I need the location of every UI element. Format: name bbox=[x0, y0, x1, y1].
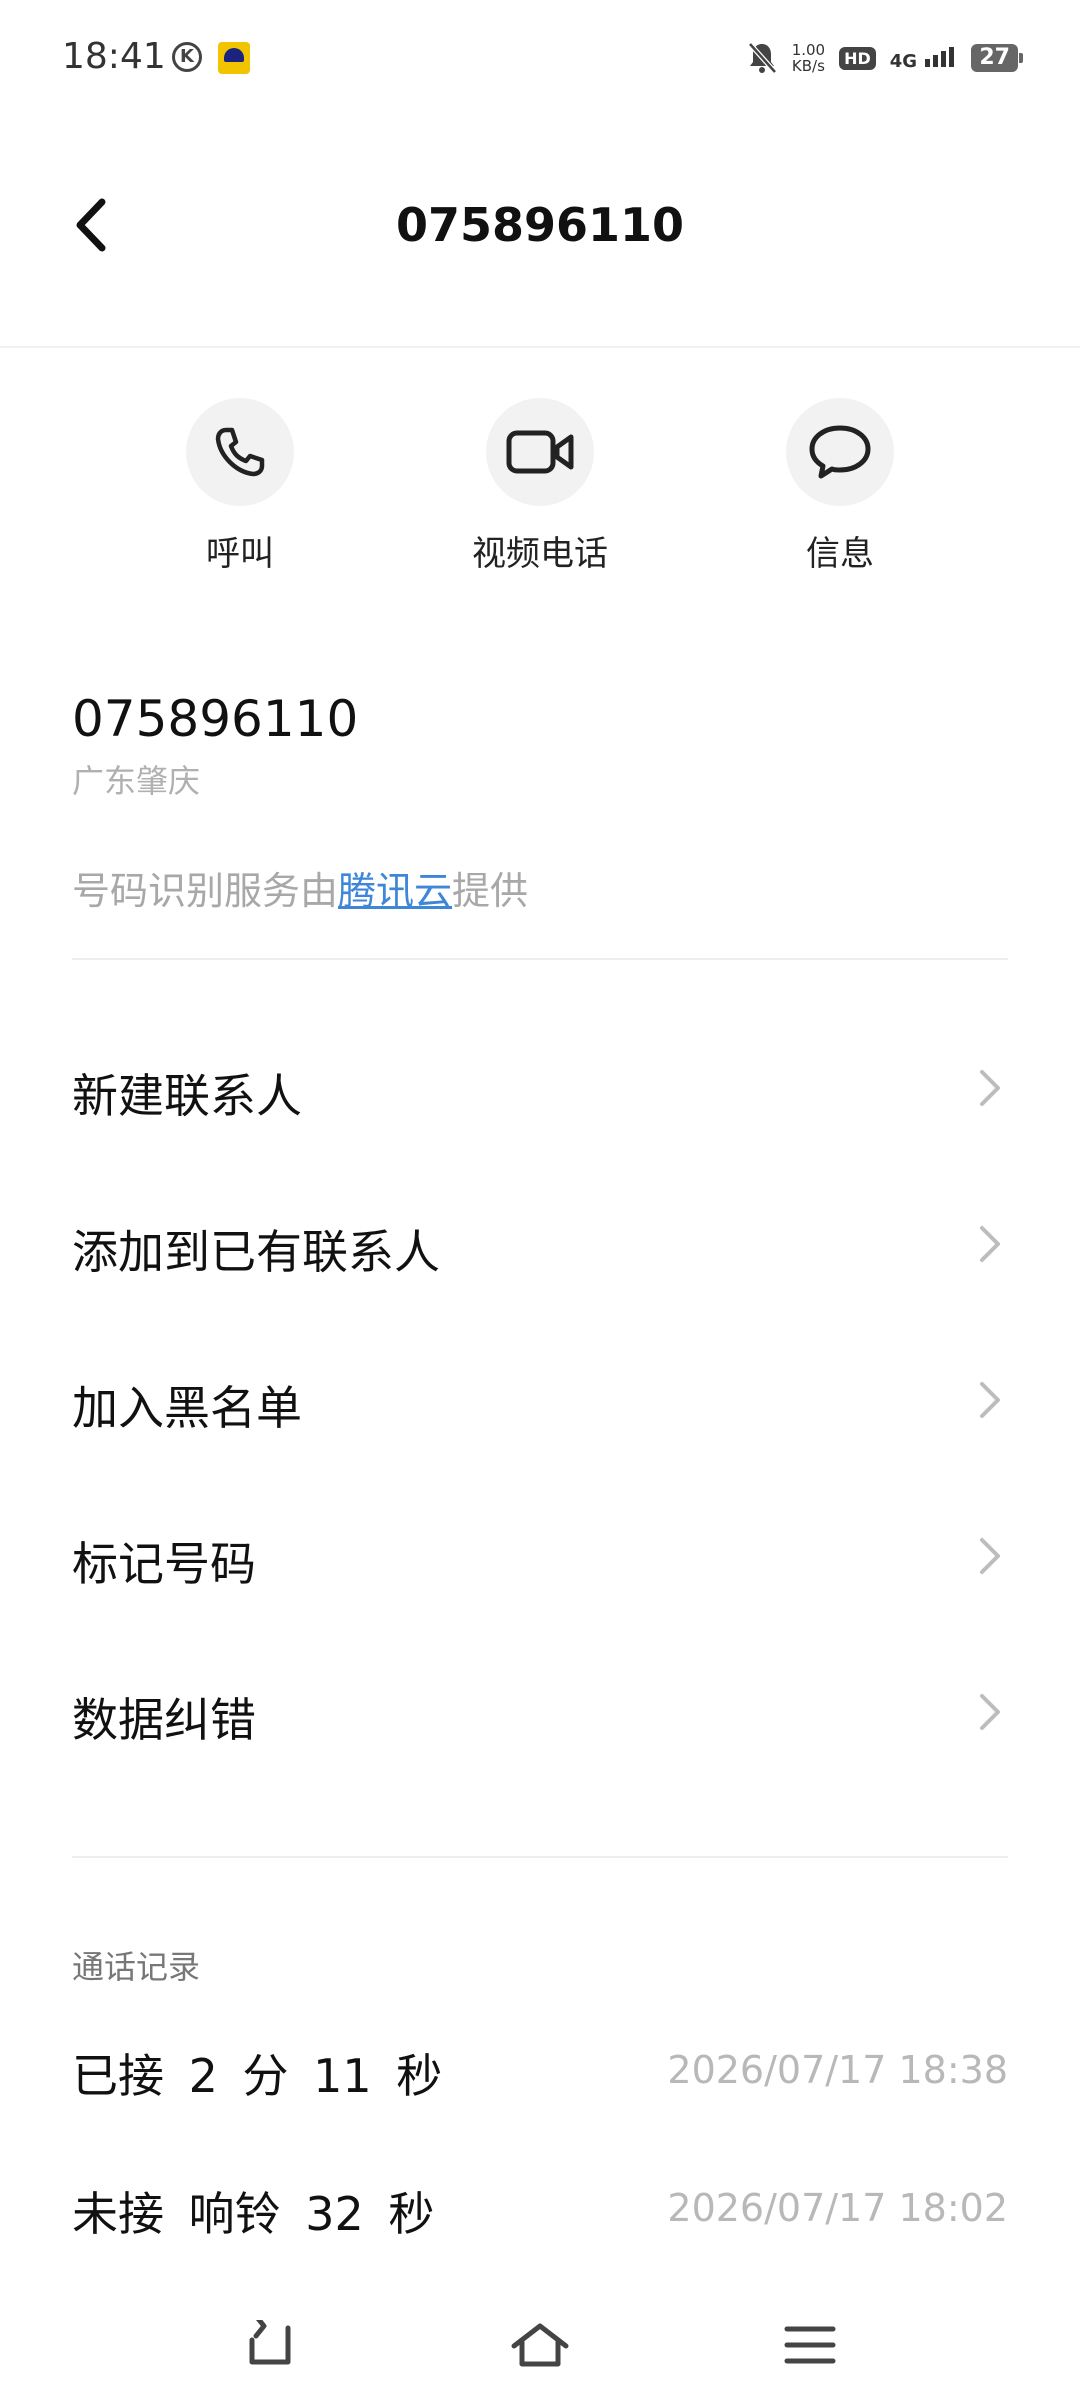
call-log-entry: 未接 响铃 32 秒 2026/07/17 18:02 bbox=[0, 2178, 1080, 2258]
nav-menu-button[interactable] bbox=[770, 2310, 850, 2380]
k-app-icon: K bbox=[172, 42, 202, 72]
signal-bars-icon bbox=[925, 46, 955, 67]
network-speed: 1.00 KB/s bbox=[792, 42, 825, 74]
video-call-label: 视频电话 bbox=[472, 534, 608, 574]
hd-badge: HD bbox=[839, 46, 876, 70]
system-nav-bar bbox=[0, 2290, 1080, 2400]
call-timestamp: 2026/07/17 18:02 bbox=[667, 2186, 1008, 2230]
chevron-right-icon bbox=[980, 1382, 1000, 1418]
call-button[interactable]: 呼叫 bbox=[120, 398, 360, 575]
video-icon bbox=[506, 430, 574, 474]
nav-home-button[interactable] bbox=[500, 2310, 580, 2380]
call-type: 已接 2 分 11 秒 bbox=[72, 2049, 443, 2103]
message-button[interactable]: 信息 bbox=[720, 398, 960, 575]
home-icon bbox=[511, 2323, 569, 2367]
app-notification-icon bbox=[218, 42, 250, 74]
battery-indicator: 27 bbox=[971, 44, 1023, 72]
provider-link[interactable]: 腾讯云 bbox=[338, 869, 452, 913]
number-location: 广东肇庆 bbox=[72, 762, 201, 800]
phone-number: 075896110 bbox=[72, 690, 359, 748]
header: 075896110 bbox=[0, 150, 1080, 300]
menu-item-label: 添加到已有联系人 bbox=[72, 1225, 440, 1279]
call-log-title: 通话记录 bbox=[72, 1948, 201, 1986]
menu-item-data-correction[interactable]: 数据纠错 bbox=[0, 1634, 1080, 1790]
header-divider bbox=[0, 346, 1080, 348]
message-label: 信息 bbox=[806, 534, 874, 574]
menu-item-label: 数据纠错 bbox=[72, 1693, 256, 1747]
divider bbox=[72, 958, 1008, 960]
action-buttons: 呼叫 视频电话 信息 bbox=[0, 398, 1080, 578]
call-label: 呼叫 bbox=[206, 534, 274, 574]
menu-item-label: 新建联系人 bbox=[72, 1069, 302, 1123]
chevron-right-icon bbox=[980, 1538, 1000, 1574]
call-type: 未接 响铃 32 秒 bbox=[72, 2187, 435, 2241]
page-title: 075896110 bbox=[395, 198, 685, 252]
bell-muted-icon bbox=[746, 41, 778, 75]
call-circle bbox=[186, 398, 294, 506]
provider-suffix: 提供 bbox=[452, 869, 529, 913]
speed-value: 1.00 bbox=[791, 41, 826, 59]
menu-item-label: 加入黑名单 bbox=[72, 1381, 302, 1435]
status-indicators: 1.00 KB/s HD 4G 27 bbox=[746, 38, 1023, 78]
message-icon bbox=[809, 425, 871, 479]
video-call-button[interactable]: 视频电话 bbox=[420, 398, 660, 575]
call-timestamp: 2026/07/17 18:38 bbox=[667, 2048, 1008, 2092]
menu-item-mark-number[interactable]: 标记号码 bbox=[0, 1478, 1080, 1634]
menu-item-add-to-existing[interactable]: 添加到已有联系人 bbox=[0, 1166, 1080, 1322]
speed-unit: KB/s bbox=[791, 57, 825, 75]
menu-icon bbox=[784, 2326, 836, 2364]
nav-back-button[interactable] bbox=[230, 2310, 310, 2380]
message-circle bbox=[786, 398, 894, 506]
phone-icon bbox=[215, 427, 265, 477]
status-time: 18:41 bbox=[62, 36, 166, 77]
provider-prefix: 号码识别服务由 bbox=[72, 869, 339, 913]
menu-item-blacklist[interactable]: 加入黑名单 bbox=[0, 1322, 1080, 1478]
options-menu: 新建联系人 添加到已有联系人 加入黑名单 标记号码 数据纠错 bbox=[0, 1010, 1080, 1790]
menu-item-new-contact[interactable]: 新建联系人 bbox=[0, 1010, 1080, 1166]
back-arrow-icon bbox=[249, 2320, 291, 2365]
network-signal: 4G bbox=[890, 45, 958, 72]
video-call-circle bbox=[486, 398, 594, 506]
call-log-entry: 已接 2 分 11 秒 2026/07/17 18:38 bbox=[0, 2040, 1080, 2120]
provider-text: 号码识别服务由腾讯云提供 bbox=[72, 860, 528, 915]
network-type: 4G bbox=[889, 50, 918, 72]
chevron-right-icon bbox=[980, 1070, 1000, 1106]
menu-item-label: 标记号码 bbox=[72, 1537, 256, 1591]
divider bbox=[72, 1856, 1008, 1858]
chevron-right-icon bbox=[980, 1226, 1000, 1262]
status-bar: 18:41 K 1.00 KB/s HD 4G 27 bbox=[0, 0, 1080, 120]
chevron-right-icon bbox=[980, 1694, 1000, 1730]
